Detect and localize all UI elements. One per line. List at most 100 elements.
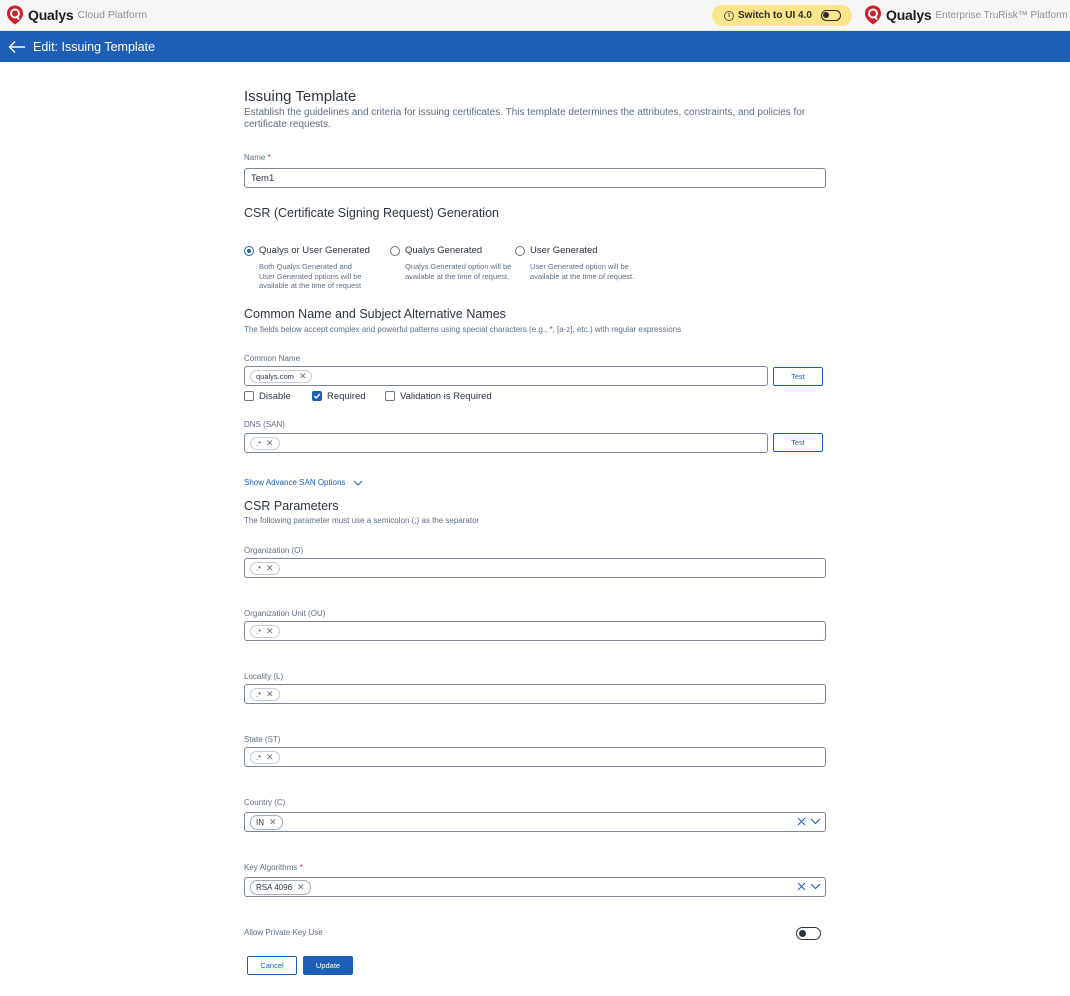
clear-icon[interactable] [797,882,806,891]
chip-remove-icon[interactable]: ✕ [266,439,274,448]
info-icon: i [724,10,734,21]
key-algorithms-label: Key Algorithms * [244,863,303,872]
brand-subtitle: Cloud Platform [77,9,147,21]
required-checkbox-label: Required [327,391,366,402]
qualys-shield-icon [865,5,881,25]
dns-san-input[interactable]: .* ✕ [244,433,768,453]
locality-label: Locality (L) [244,672,284,681]
name-input-value: Tem1 [251,173,275,184]
org-unit-chip[interactable]: .* ✕ [250,625,280,638]
country-select-controls [797,817,821,826]
country-select[interactable]: IN ✕ [244,812,826,832]
chevron-down-icon [354,480,363,486]
radio-qualys-generated[interactable] [390,246,400,256]
validation-required-checkbox[interactable] [385,391,395,401]
locality-chip-text: .* [256,690,262,699]
required-mark: * [299,863,303,872]
country-chip-text: IN [256,818,264,827]
state-input[interactable]: .* ✕ [244,747,826,767]
csr-generation-title: CSR (Certificate Signing Request) Genera… [244,206,499,220]
common-name-input[interactable]: qualys.com ✕ [244,366,768,386]
required-mark: * [267,153,271,162]
qualys-logo[interactable]: Qualys Cloud Platform [6,5,147,25]
org-unit-input[interactable]: .* ✕ [244,621,826,641]
radio-qualys-or-user[interactable] [244,246,254,256]
organization-chip[interactable]: .* ✕ [250,562,280,575]
disable-checkbox-label: Disable [259,391,291,402]
name-input[interactable]: Tem1 [244,168,826,188]
key-algorithms-label-text: Key Algorithms [244,863,298,872]
clear-icon[interactable] [797,817,806,826]
page-header: Edit: Issuing Template [0,31,1070,62]
key-algorithm-chip-text: RSA 4096 [256,883,293,892]
form-title: Issuing Template [244,88,357,105]
dns-san-chip-text: .* [256,439,262,448]
chip-remove-icon[interactable]: ✕ [297,883,305,892]
top-bar: Qualys Cloud Platform i Switch to UI 4.0… [0,0,1070,31]
common-name-label: Common Name [244,354,301,363]
chip-remove-icon[interactable]: ✕ [266,690,274,699]
state-chip[interactable]: .* ✕ [250,751,280,764]
common-name-chip-text: qualys.com [256,372,294,381]
validation-required-label: Validation is Required [400,391,492,402]
disable-checkbox[interactable] [244,391,254,401]
radio-qualys-or-user-desc: Both Qualys Generated and User Generated… [259,262,362,290]
cn-san-title: Common Name and Subject Alternative Name… [244,307,506,321]
organization-input[interactable]: .* ✕ [244,558,826,578]
brand-name: Qualys [28,7,74,23]
chevron-down-icon[interactable] [810,883,821,890]
switch-ui-label: Switch to UI 4.0 [738,10,812,21]
right-brand-name: Qualys [886,7,932,23]
key-algorithm-chip[interactable]: RSA 4096 ✕ [250,880,311,895]
cancel-button[interactable]: Cancel [247,956,297,975]
common-name-chip[interactable]: qualys.com ✕ [250,370,313,383]
chip-remove-icon[interactable]: ✕ [299,372,307,381]
required-checkbox[interactable] [312,391,322,401]
locality-input[interactable]: .* ✕ [244,684,826,704]
advance-san-toggle[interactable]: Show Advance SAN Options [244,478,363,487]
page-title: Edit: Issuing Template [33,39,156,54]
form-description: Establish the guidelines and criteria fo… [244,107,806,130]
radio-qualys-generated-label: Qualys Generated [405,245,483,256]
dns-san-label: DNS (SAN) [244,420,285,429]
locality-chip[interactable]: .* ✕ [250,688,280,701]
cn-san-description: The fields below accept complex and powe… [244,325,682,334]
back-arrow-icon[interactable] [8,40,26,54]
checkmark-icon [313,393,321,400]
key-algorithms-select[interactable]: RSA 4096 ✕ [244,877,826,897]
name-label-text: Name [244,153,266,162]
radio-qualys-generated-desc: Qualys Generated option will be availabl… [405,262,512,281]
private-key-toggle[interactable] [796,927,821,940]
enterprise-logo: Qualys Enterprise TruRisk™ Platform [864,5,1068,25]
chevron-down-icon[interactable] [810,818,821,825]
private-key-label: Allow Private Key Use [244,928,323,937]
org-unit-label: Organization Unit (OU) [244,609,326,618]
csr-params-title: CSR Parameters [244,499,339,513]
name-label: Name * [244,153,271,162]
switch-ui-button[interactable]: i Switch to UI 4.0 [712,5,852,26]
right-brand-subtitle: Enterprise TruRisk™ Platform [935,9,1068,21]
chip-remove-icon[interactable]: ✕ [266,564,274,573]
country-chip[interactable]: IN ✕ [250,815,283,830]
radio-qualys-or-user-label: Qualys or User Generated [259,245,370,256]
radio-user-generated-desc: User Generated option will be available … [530,262,635,281]
dns-san-chip[interactable]: .* ✕ [250,437,280,450]
radio-user-generated[interactable] [515,246,525,256]
chip-remove-icon[interactable]: ✕ [269,818,277,827]
state-label: State (ST) [244,735,281,744]
chip-remove-icon[interactable]: ✕ [266,627,274,636]
csr-params-description: The following parameter must use a semic… [244,516,480,525]
organization-chip-text: .* [256,564,262,573]
update-button[interactable]: Update [303,956,353,975]
dns-san-test-button[interactable]: Test [773,433,823,452]
switch-ui-toggle[interactable] [820,10,841,21]
state-chip-text: .* [256,753,262,762]
key-algorithms-select-controls [797,882,821,891]
chip-remove-icon[interactable]: ✕ [266,753,274,762]
common-name-test-button[interactable]: Test [773,367,823,386]
qualys-shield-icon [7,5,23,25]
country-label: Country (C) [244,798,286,807]
organization-label: Organization (O) [244,546,304,555]
org-unit-chip-text: .* [256,627,262,636]
advance-san-link[interactable]: Show Advance SAN Options [244,478,345,487]
